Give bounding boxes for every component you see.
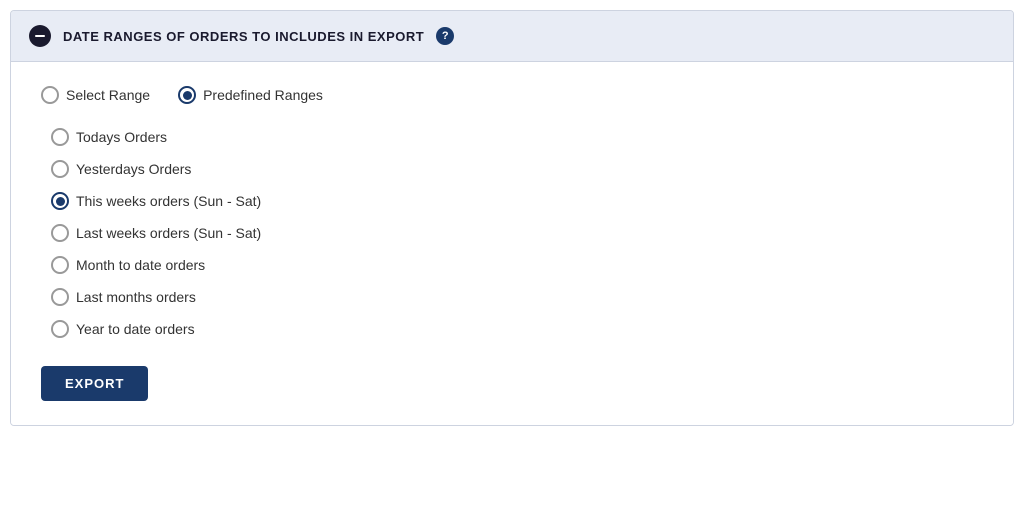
radio-last_week[interactable] (51, 224, 69, 242)
panel-body: Select Range Predefined Ranges Todays Or… (11, 62, 1013, 425)
radio-todays[interactable] (51, 128, 69, 146)
label-yesterdays: Yesterdays Orders (76, 161, 191, 177)
label-last_month: Last months orders (76, 289, 196, 305)
radio-yesterdays[interactable] (51, 160, 69, 178)
export-button[interactable]: EXPORT (41, 366, 148, 401)
label-year_to_date: Year to date orders (76, 321, 195, 337)
radio-last_month[interactable] (51, 288, 69, 306)
panel-title: DATE RANGES OF ORDERS TO INCLUDES IN EXP… (63, 29, 424, 44)
predefined-option-this_week[interactable]: This weeks orders (Sun - Sat) (51, 192, 983, 210)
range-type-row: Select Range Predefined Ranges (41, 86, 983, 104)
predefined-option-year_to_date[interactable]: Year to date orders (51, 320, 983, 338)
predefined-ranges-option[interactable]: Predefined Ranges (178, 86, 323, 104)
predefined-option-todays[interactable]: Todays Orders (51, 128, 983, 146)
select-range-radio[interactable] (41, 86, 59, 104)
panel-header: DATE RANGES OF ORDERS TO INCLUDES IN EXP… (11, 11, 1013, 62)
radio-month_to_date[interactable] (51, 256, 69, 274)
predefined-ranges-label: Predefined Ranges (203, 87, 323, 103)
predefined-option-last_week[interactable]: Last weeks orders (Sun - Sat) (51, 224, 983, 242)
predefined-options-list: Todays Orders Yesterdays Orders This weeks… (51, 128, 983, 338)
label-todays: Todays Orders (76, 129, 167, 145)
radio-this_week[interactable] (51, 192, 69, 210)
select-range-option[interactable]: Select Range (41, 86, 150, 104)
date-ranges-panel: DATE RANGES OF ORDERS TO INCLUDES IN EXP… (10, 10, 1014, 426)
label-month_to_date: Month to date orders (76, 257, 205, 273)
predefined-ranges-radio[interactable] (178, 86, 196, 104)
predefined-option-yesterdays[interactable]: Yesterdays Orders (51, 160, 983, 178)
help-icon-text: ? (442, 31, 449, 42)
label-this_week: This weeks orders (Sun - Sat) (76, 193, 261, 209)
collapse-icon[interactable] (29, 25, 51, 47)
help-icon[interactable]: ? (436, 27, 454, 45)
label-last_week: Last weeks orders (Sun - Sat) (76, 225, 261, 241)
predefined-option-month_to_date[interactable]: Month to date orders (51, 256, 983, 274)
select-range-label: Select Range (66, 87, 150, 103)
predefined-option-last_month[interactable]: Last months orders (51, 288, 983, 306)
radio-year_to_date[interactable] (51, 320, 69, 338)
